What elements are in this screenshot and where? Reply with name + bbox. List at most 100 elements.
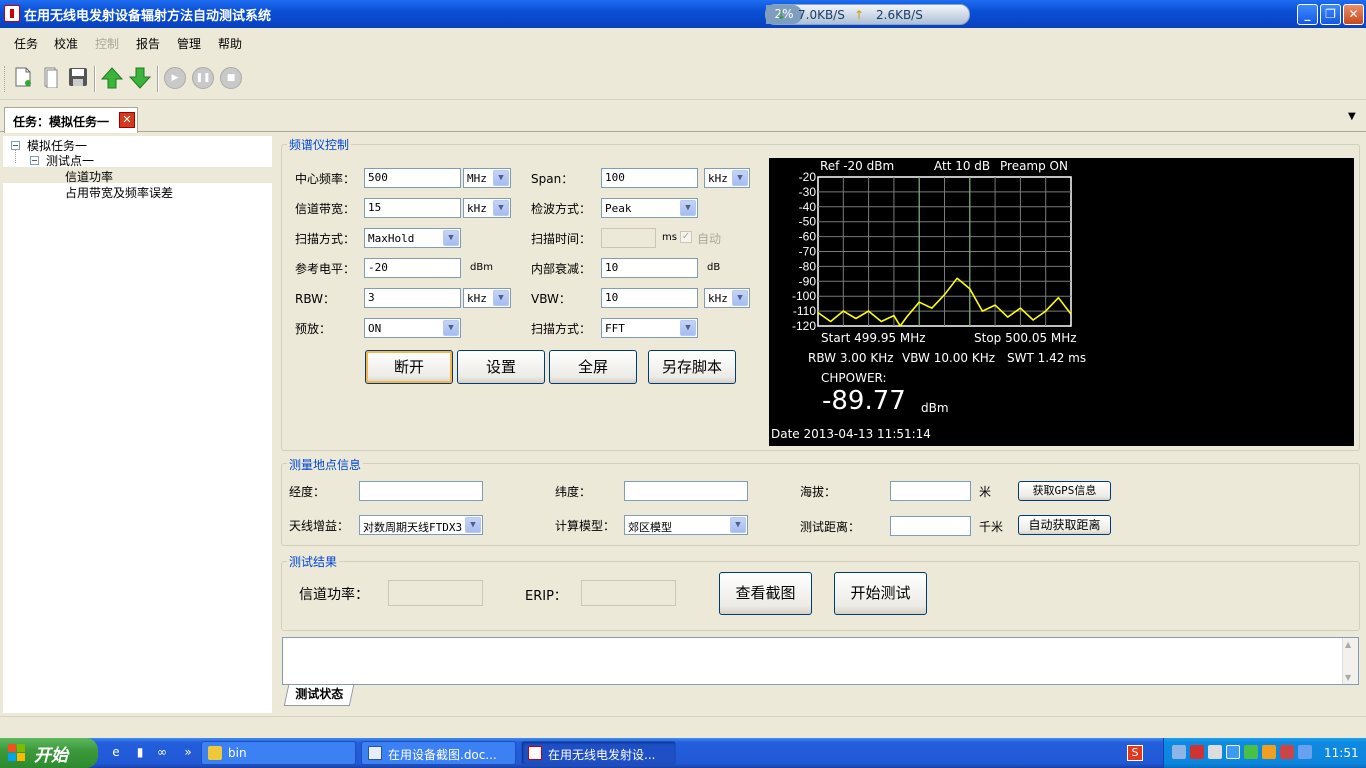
rbw-label: RBW： xyxy=(295,292,336,306)
channel-bw-input[interactable]: 15 xyxy=(364,198,461,218)
tray-app-icon[interactable] xyxy=(1262,745,1276,759)
menu-manage[interactable]: 管理 xyxy=(177,35,201,52)
test-status-log[interactable]: ▲ ▼ xyxy=(282,637,1359,685)
windows-logo-icon xyxy=(8,744,26,762)
menu-control[interactable]: 控制 xyxy=(95,35,119,52)
span-label: Span： xyxy=(531,172,574,186)
input-method-icon[interactable]: S xyxy=(1127,745,1143,761)
center-freq-input[interactable]: 500 xyxy=(364,168,461,188)
play-icon[interactable]: ▶ xyxy=(164,67,186,89)
collapse-icon[interactable]: − xyxy=(30,156,39,165)
task-word-doc[interactable]: 在用设备截图.doc... xyxy=(361,741,516,765)
rbw-unit-select[interactable]: kHz ▼ xyxy=(463,288,511,308)
sweep-time-input[interactable] xyxy=(601,228,656,248)
atten-input[interactable]: 10 xyxy=(601,258,698,278)
app-icon xyxy=(528,746,542,760)
vbw-unit-select[interactable]: kHz ▼ xyxy=(704,288,750,308)
auto-checkbox[interactable]: ✓ xyxy=(680,231,692,243)
save-icon[interactable] xyxy=(66,66,90,90)
scroll-up-icon[interactable]: ▲ xyxy=(1345,640,1351,649)
get-gps-button[interactable]: 获取GPS信息 xyxy=(1018,481,1111,501)
more-chevron-icon[interactable]: » xyxy=(180,745,196,761)
distance-input[interactable] xyxy=(890,516,971,536)
select-value: FFT xyxy=(605,322,625,335)
altitude-unit: 米 xyxy=(979,485,992,499)
start-test-button[interactable]: 开始测试 xyxy=(834,572,927,615)
tree-item-channel-power[interactable]: 信道功率 xyxy=(65,168,113,185)
auto-distance-button[interactable]: 自动获取距离 xyxy=(1018,515,1111,535)
task-test-system[interactable]: 在用无线电发射设... xyxy=(521,741,676,765)
menu-report[interactable]: 报告 xyxy=(136,35,160,52)
new-icon[interactable] xyxy=(11,66,35,90)
quicklaunch-icon[interactable]: ∞ xyxy=(154,745,170,761)
fullscreen-button[interactable]: 全屏 xyxy=(549,350,637,384)
close-tab-icon[interactable]: ✕ xyxy=(119,112,135,128)
network-icon[interactable] xyxy=(1172,745,1186,759)
log-scrollbar[interactable]: ▲ ▼ xyxy=(1342,638,1358,684)
toolbar-grip[interactable] xyxy=(4,66,7,92)
date-readout: Date 2013-04-13 11:51:14 xyxy=(771,427,931,441)
open-icon[interactable] xyxy=(38,66,62,90)
settings-button[interactable]: 设置 xyxy=(457,350,545,384)
stop-icon[interactable]: ■ xyxy=(220,67,242,89)
download-icon[interactable] xyxy=(128,66,152,90)
start-button[interactable]: 开始 xyxy=(0,738,98,768)
chevron-down-icon: ▼ xyxy=(493,290,509,306)
ref-level-input[interactable]: -20 xyxy=(364,258,461,278)
view-screenshot-button[interactable]: 查看截图 xyxy=(719,572,812,615)
save-script-button[interactable]: 另存脚本 xyxy=(648,350,736,384)
system-tray: 11:51 xyxy=(1163,738,1366,768)
security-icon[interactable] xyxy=(1190,745,1204,759)
tab-list-dropdown-icon[interactable]: ▼ xyxy=(1348,111,1356,122)
rbw-input[interactable]: 3 xyxy=(364,288,461,308)
shield-icon[interactable] xyxy=(1244,745,1258,759)
select-value: kHz xyxy=(467,202,487,215)
volume-icon[interactable] xyxy=(1298,745,1312,759)
span-input[interactable]: 100 xyxy=(601,168,698,188)
tree-item-occupied-bandwidth[interactable]: 占用带宽及频率误差 xyxy=(65,184,173,201)
tab-simulated-task[interactable]: 任务：模拟任务一 ✕ xyxy=(4,107,138,133)
preamp-select[interactable]: ON ▼ xyxy=(364,318,461,338)
altitude-input[interactable] xyxy=(890,481,971,501)
close-button[interactable]: ✕ xyxy=(1343,4,1364,25)
pause-icon[interactable]: ❚❚ xyxy=(192,67,214,89)
upload-icon[interactable] xyxy=(100,66,124,90)
task-bin-folder[interactable]: bin xyxy=(201,741,356,765)
tray-app-icon[interactable] xyxy=(1280,745,1294,759)
tab-test-status[interactable]: 测试状态 xyxy=(283,685,355,706)
longitude-input[interactable] xyxy=(359,481,483,501)
chevron-down-icon: ▼ xyxy=(732,170,748,186)
scan-mode-select[interactable]: FFT ▼ xyxy=(601,318,698,338)
chevron-down-icon: ▼ xyxy=(732,290,748,306)
center-freq-label: 中心频率： xyxy=(295,172,356,186)
chevron-down-icon: ▼ xyxy=(465,517,481,533)
antenna-gain-select[interactable]: 对数周期天线FTDX3 ▼ xyxy=(359,515,483,535)
span-unit-select[interactable]: kHz ▼ xyxy=(704,168,750,188)
distance-unit: 千米 xyxy=(979,520,1004,534)
menu-calibrate[interactable]: 校准 xyxy=(54,35,78,52)
restore-button[interactable]: ❐ xyxy=(1320,4,1341,25)
latitude-input[interactable] xyxy=(624,481,748,501)
collapse-icon[interactable]: − xyxy=(11,141,20,150)
preamp-label: 预放： xyxy=(295,322,332,336)
ie-icon[interactable]: e xyxy=(108,745,124,761)
channel-bw-unit-select[interactable]: kHz ▼ xyxy=(463,198,511,218)
task-tree: − 模拟任务一 − 测试点一 信道功率 占用带宽及频率误差 xyxy=(3,136,272,713)
disconnect-button[interactable]: 断开 xyxy=(365,350,453,384)
vbw-input[interactable]: 10 xyxy=(601,288,698,308)
minimize-button[interactable]: _ xyxy=(1297,4,1318,25)
title-bar[interactable]: 在用无线电发射设备辐射方法自动测试系统 ↓ 7.0KB/S ↑ 2.6KB/S … xyxy=(0,0,1366,28)
menu-help[interactable]: 帮助 xyxy=(218,35,242,52)
tray-app-icon[interactable] xyxy=(1226,745,1240,759)
scroll-down-icon[interactable]: ▼ xyxy=(1345,673,1351,682)
display-icon[interactable] xyxy=(1208,745,1222,759)
detector-select[interactable]: Peak ▼ xyxy=(601,198,698,218)
calc-model-select[interactable]: 郊区模型 ▼ xyxy=(624,515,748,535)
group-title: 测试结果 xyxy=(287,553,340,570)
plot-grid xyxy=(818,177,1071,326)
app-icon xyxy=(4,5,20,22)
quicklaunch-icon[interactable]: ▮ xyxy=(132,745,148,761)
center-freq-unit-select[interactable]: MHz ▼ xyxy=(463,168,511,188)
menu-task[interactable]: 任务 xyxy=(14,35,38,52)
sweep-mode-select[interactable]: MaxHold ▼ xyxy=(364,228,461,248)
